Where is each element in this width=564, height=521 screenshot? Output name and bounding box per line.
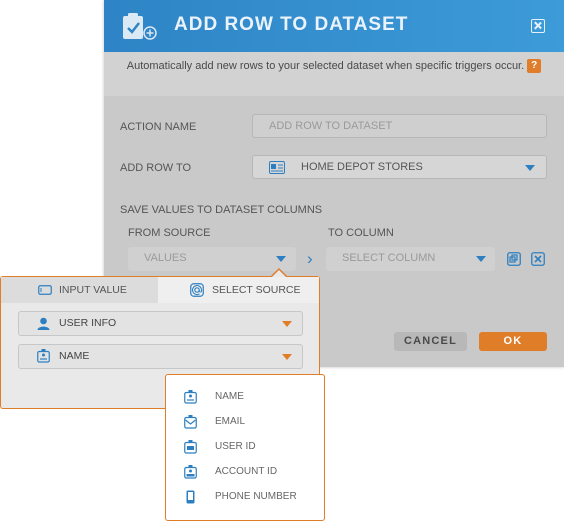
dropdown-item-label: PHONE NUMBER: [215, 491, 297, 502]
chevron-down-icon: [476, 256, 486, 262]
clipboard-check-icon: [123, 13, 157, 40]
field-dropdown: NAME EMAIL USER ID ACCOUNT ID PHONE NUMB…: [165, 374, 325, 521]
dialog-header: ADD ROW TO DATASET: [104, 0, 564, 52]
dropdown-item-phone-number[interactable]: PHONE NUMBER: [166, 485, 324, 509]
dropdown-item-account-id[interactable]: ACCOUNT ID: [166, 460, 324, 484]
add-row-to-label: ADD ROW TO: [120, 162, 192, 174]
delete-icon[interactable]: [531, 252, 545, 266]
dropdown-item-label: EMAIL: [215, 416, 246, 427]
tab-select-source-label: SELECT SOURCE: [212, 284, 301, 296]
close-button[interactable]: [531, 19, 545, 33]
phone-icon: [186, 490, 195, 504]
email-icon: [184, 415, 197, 429]
chevron-down-icon: [276, 256, 286, 262]
values-placeholder: VALUES: [144, 252, 187, 264]
action-name-placeholder: ADD ROW TO DATASET: [269, 120, 393, 132]
dropdown-item-name[interactable]: NAME: [166, 385, 324, 409]
user-icon: [37, 317, 50, 330]
description-band: Automatically add new rows to your selec…: [104, 52, 564, 96]
name-badge-icon: [37, 349, 50, 363]
copy-icon[interactable]: [507, 252, 521, 266]
field-select-value: NAME: [59, 350, 90, 362]
source-select-value: USER INFO: [59, 317, 117, 329]
id-card-icon: [184, 440, 197, 454]
chevron-down-icon: [525, 165, 535, 171]
column-placeholder: SELECT COLUMN: [342, 252, 436, 264]
description: Automatically add new rows to your selec…: [124, 59, 544, 74]
dropdown-item-user-id[interactable]: USER ID: [166, 435, 324, 459]
tab-input-value[interactable]: INPUT VALUE: [1, 277, 158, 303]
dataset-value: HOME DEPOT STORES: [301, 161, 423, 173]
column-select[interactable]: SELECT COLUMN: [326, 247, 495, 271]
dropdown-item-label: USER ID: [215, 441, 256, 452]
chevron-right-icon: ›: [307, 249, 313, 268]
dataset-select[interactable]: HOME DEPOT STORES: [252, 155, 547, 179]
dropdown-item-email[interactable]: EMAIL: [166, 410, 324, 434]
save-values-label: SAVE VALUES TO DATASET COLUMNS: [120, 204, 323, 216]
popover-pointer-inner: [272, 270, 286, 277]
chevron-down-icon: [282, 354, 292, 360]
to-column-label: TO COLUMN: [328, 227, 394, 239]
tab-select-source[interactable]: SELECT SOURCE: [158, 277, 319, 303]
description-text: Automatically add new rows to your selec…: [126, 60, 525, 72]
ok-button[interactable]: OK: [479, 332, 547, 351]
dataset-icon: [269, 161, 285, 174]
chevron-down-icon: [282, 321, 292, 327]
help-icon[interactable]: ?: [527, 59, 542, 74]
source-select[interactable]: USER INFO: [18, 311, 303, 336]
source-tabs: INPUT VALUE SELECT SOURCE: [1, 277, 319, 303]
at-sign-icon: [190, 283, 204, 297]
dialog-title: ADD ROW TO DATASET: [174, 14, 409, 35]
from-source-label: FROM SOURCE: [128, 227, 211, 239]
tab-input-value-label: INPUT VALUE: [59, 284, 127, 296]
field-select[interactable]: NAME: [18, 344, 303, 369]
action-name-input[interactable]: ADD ROW TO DATASET: [252, 114, 547, 138]
dropdown-item-label: ACCOUNT ID: [215, 466, 278, 477]
action-name-label: ACTION NAME: [120, 121, 197, 133]
input-field-icon: [38, 285, 52, 295]
name-badge-icon: [184, 390, 197, 404]
cancel-button[interactable]: CANCEL: [394, 332, 467, 351]
account-id-icon: [184, 465, 197, 479]
dropdown-item-label: NAME: [215, 391, 244, 402]
